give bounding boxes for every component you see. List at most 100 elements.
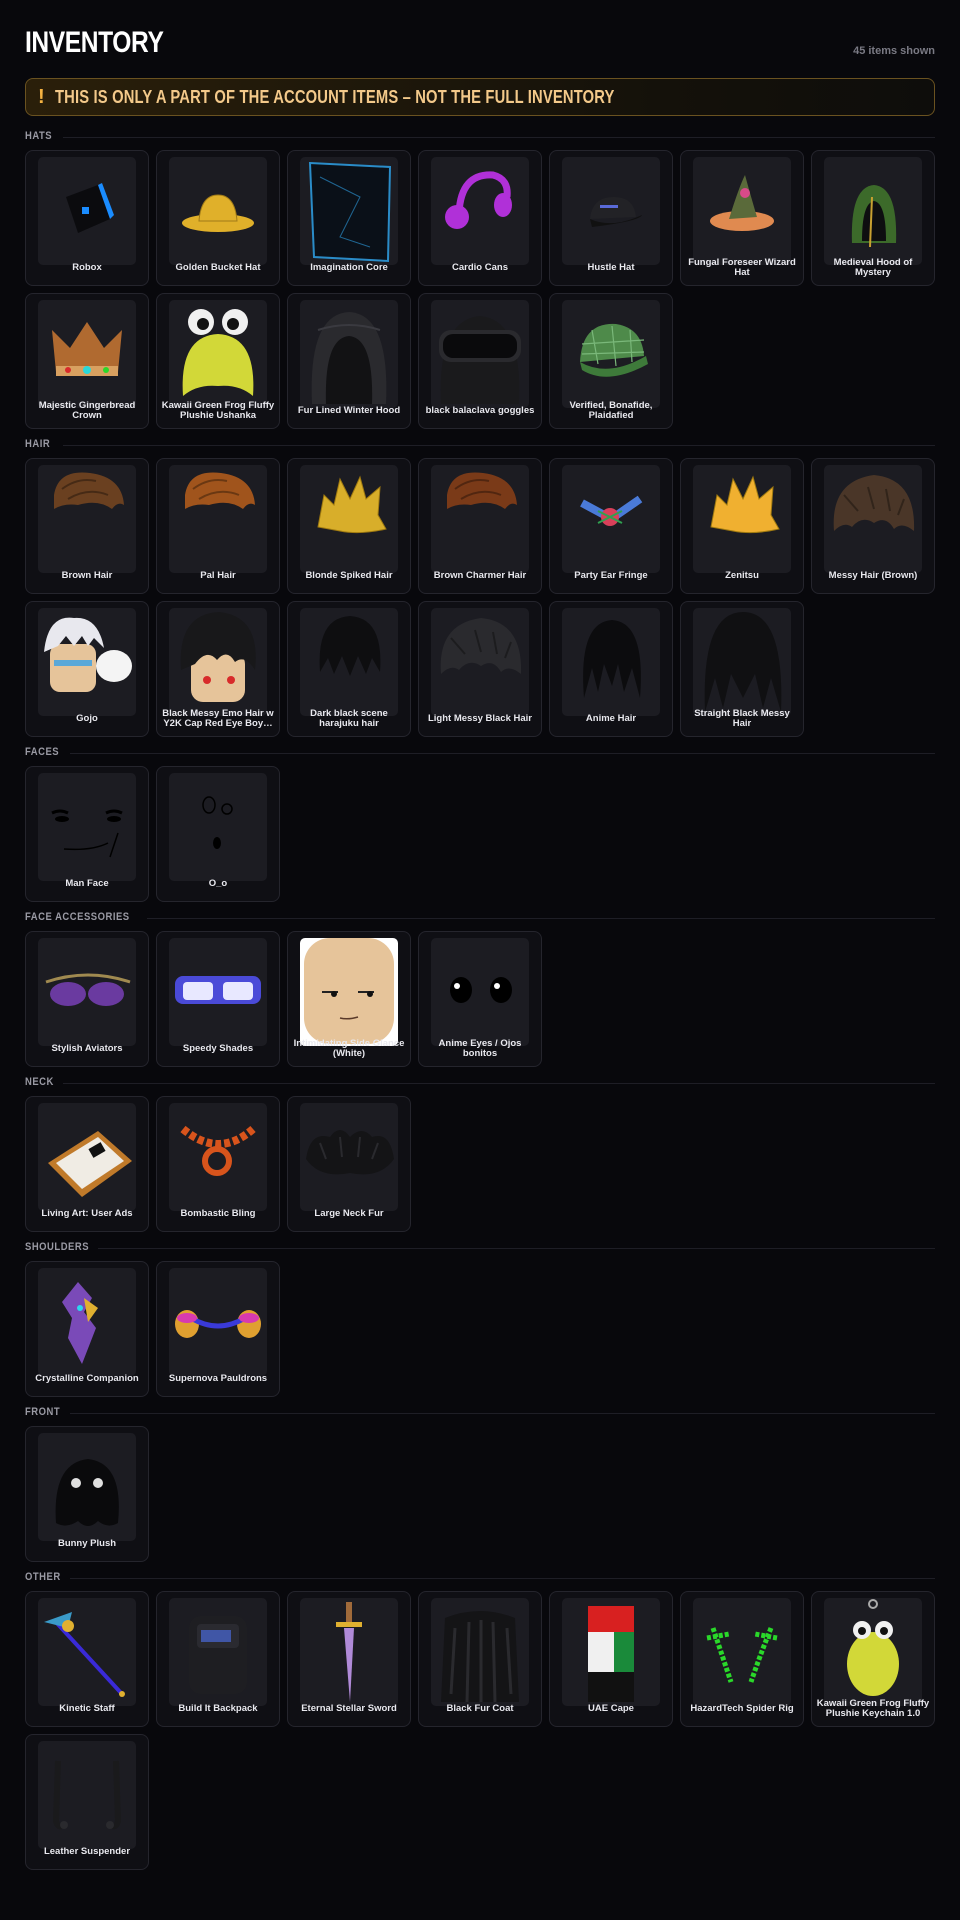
- item-card[interactable]: Intimidating Side Glance (White): [287, 931, 411, 1067]
- item-card[interactable]: Pal Hair: [156, 458, 280, 594]
- item-card[interactable]: Large Neck Fur: [287, 1096, 411, 1232]
- item-card[interactable]: Verified, Bonafide, Plaidafied: [549, 293, 673, 429]
- item-name: Straight Black Messy Hair: [694, 707, 790, 729]
- item-card[interactable]: Man Face: [25, 766, 149, 902]
- straight-hair-icon: [693, 608, 791, 716]
- shades-icon: [169, 938, 267, 1046]
- item-card[interactable]: Zenitsu: [680, 458, 804, 594]
- hair-icon: [169, 465, 267, 573]
- balaclava-icon: [431, 300, 529, 408]
- item-card[interactable]: Party Ear Fringe: [549, 458, 673, 594]
- item-card[interactable]: Fungal Foreseer Wizard Hat: [680, 150, 804, 286]
- item-card[interactable]: Light Messy Black Hair: [418, 601, 542, 737]
- section-title-hair: HAIR: [25, 438, 51, 450]
- item-name: Hustle Hat: [587, 261, 635, 273]
- section-title-face-accessories: FACE ACCESSORIES: [25, 911, 130, 923]
- item-card[interactable]: Hustle Hat: [549, 150, 673, 286]
- item-card[interactable]: Medieval Hood of Mystery: [811, 150, 935, 286]
- cape-icon: [562, 1598, 660, 1706]
- item-card[interactable]: Anime Hair: [549, 601, 673, 737]
- item-name: Stylish Aviators: [51, 1042, 123, 1054]
- item-card[interactable]: Bunny Plush: [25, 1426, 149, 1562]
- item-card[interactable]: Crystalline Companion: [25, 1261, 149, 1397]
- items-count: 45 items shown: [853, 45, 935, 57]
- backpack-icon: [169, 1598, 267, 1706]
- messy-hair-icon: [431, 608, 529, 716]
- item-name: Golden Bucket Hat: [175, 261, 261, 273]
- item-card[interactable]: Blonde Spiked Hair: [287, 458, 411, 594]
- item-card[interactable]: Black Fur Coat: [418, 1591, 542, 1727]
- item-name: Cardio Cans: [452, 261, 508, 273]
- section-divider: [70, 1578, 935, 1579]
- frog-keychain-icon: [824, 1598, 922, 1706]
- item-card[interactable]: Straight Black Messy Hair: [680, 601, 804, 737]
- ear-fringe-icon: [562, 465, 660, 573]
- item-name: Man Face: [65, 877, 109, 889]
- section-divider: [98, 1248, 935, 1249]
- section-title-other: OTHER: [25, 1571, 61, 1583]
- item-name: Messy Hair (Brown): [828, 569, 918, 581]
- item-card[interactable]: Messy Hair (Brown): [811, 458, 935, 594]
- item-name: Anime Hair: [585, 712, 637, 724]
- item-card[interactable]: Brown Hair: [25, 458, 149, 594]
- item-card[interactable]: Imagination Core: [287, 150, 411, 286]
- item-name: UAE Cape: [588, 1702, 634, 1714]
- item-name: black balaclava goggles: [425, 404, 535, 416]
- bucket-hat-icon: [169, 157, 267, 265]
- item-card[interactable]: Gojo: [25, 601, 149, 737]
- item-card[interactable]: Speedy Shades: [156, 931, 280, 1067]
- item-name: Robox: [72, 261, 102, 273]
- item-name: Black Fur Coat: [446, 1702, 514, 1714]
- item-name: Kinetic Staff: [59, 1702, 115, 1714]
- section-title-neck: NECK: [25, 1076, 54, 1088]
- staff-icon: [38, 1598, 136, 1706]
- item-card[interactable]: Living Art: User Ads: [25, 1096, 149, 1232]
- robox-cube-icon: [38, 157, 136, 265]
- spiked-hair-icon: [693, 465, 791, 573]
- item-card[interactable]: black balaclava goggles: [418, 293, 542, 429]
- item-card[interactable]: Bombastic Bling: [156, 1096, 280, 1232]
- section-divider: [147, 918, 935, 919]
- item-card[interactable]: Kinetic Staff: [25, 1591, 149, 1727]
- section-title-faces: FACES: [25, 746, 60, 758]
- spider-rig-icon: [693, 1598, 791, 1706]
- crown-icon: [38, 300, 136, 408]
- item-card[interactable]: Golden Bucket Hat: [156, 150, 280, 286]
- item-name: Fur Lined Winter Hood: [297, 404, 401, 416]
- item-name: Build It Backpack: [178, 1702, 258, 1714]
- item-card[interactable]: Leather Suspender: [25, 1734, 149, 1870]
- item-card[interactable]: UAE Cape: [549, 1591, 673, 1727]
- section-title-front: FRONT: [25, 1406, 61, 1418]
- cap-icon: [562, 157, 660, 265]
- item-card[interactable]: Anime Eyes / Ojos bonitos: [418, 931, 542, 1067]
- item-card[interactable]: Black Messy Emo Hair w Y2K Cap Red Eye B…: [156, 601, 280, 737]
- glass-cube-icon: [300, 157, 398, 265]
- item-name: Verified, Bonafide, Plaidafied: [569, 399, 653, 421]
- winter-hood-icon: [300, 300, 398, 408]
- item-card[interactable]: Fur Lined Winter Hood: [287, 293, 411, 429]
- item-card[interactable]: Kawaii Green Frog Fluffy Plushie Ushanka: [156, 293, 280, 429]
- wizard-hat-icon: [693, 157, 791, 265]
- item-card[interactable]: Cardio Cans: [418, 150, 542, 286]
- item-card[interactable]: Supernova Pauldrons: [156, 1261, 280, 1397]
- messy-hair-icon: [824, 465, 922, 573]
- plaid-cap-icon: [562, 300, 660, 408]
- item-card[interactable]: Robox: [25, 150, 149, 286]
- item-card[interactable]: Dark black scene harajuku hair: [287, 601, 411, 737]
- item-card[interactable]: Eternal Stellar Sword: [287, 1591, 411, 1727]
- warning-banner: ! THIS IS ONLY A PART OF THE ACCOUNT ITE…: [25, 78, 935, 116]
- chain-necklace-icon: [169, 1103, 267, 1211]
- item-name: Speedy Shades: [182, 1042, 254, 1054]
- item-card[interactable]: HazardTech Spider Rig: [680, 1591, 804, 1727]
- item-card[interactable]: Build It Backpack: [156, 1591, 280, 1727]
- item-card[interactable]: Stylish Aviators: [25, 931, 149, 1067]
- item-name: Majestic Gingerbread Crown: [38, 399, 136, 421]
- item-name: Leather Suspender: [43, 1845, 131, 1857]
- aviators-icon: [38, 938, 136, 1046]
- crystal-creature-icon: [38, 1268, 136, 1376]
- item-card[interactable]: Majestic Gingerbread Crown: [25, 293, 149, 429]
- item-card[interactable]: O_o: [156, 766, 280, 902]
- spiked-hair-icon: [300, 465, 398, 573]
- item-card[interactable]: Brown Charmer Hair: [418, 458, 542, 594]
- item-card[interactable]: Kawaii Green Frog Fluffy Plushie Keychai…: [811, 1591, 935, 1727]
